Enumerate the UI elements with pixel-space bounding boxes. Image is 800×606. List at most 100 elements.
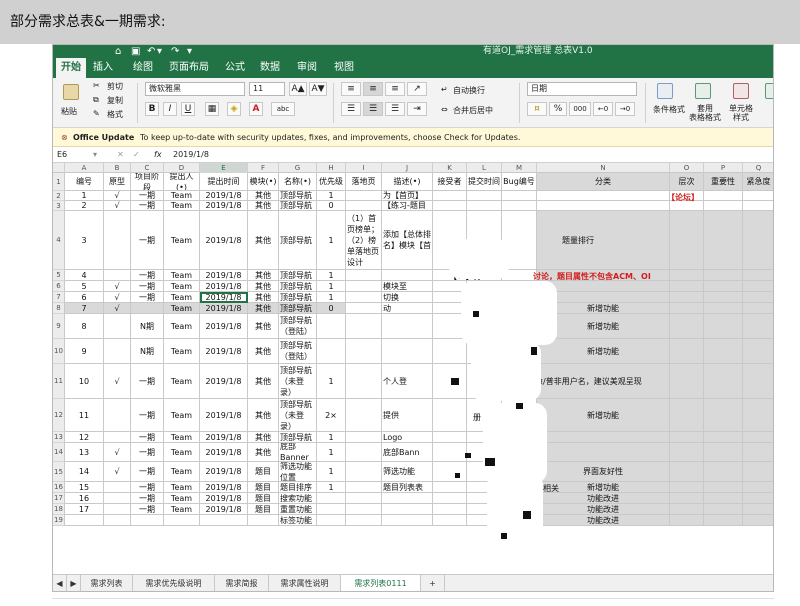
table-cell[interactable]: 2019/1/8 (200, 364, 248, 399)
table-cell[interactable]: √ (104, 462, 131, 482)
table-cell[interactable]: 2019/1/8 (200, 292, 248, 303)
table-cell[interactable]: 顶部导航 (279, 201, 317, 211)
table-cell[interactable]: 1 (317, 482, 346, 493)
table-cell[interactable] (382, 504, 433, 515)
table-cell[interactable]: 7 (65, 303, 104, 314)
table-cell[interactable] (104, 339, 131, 364)
table-cell[interactable] (382, 270, 433, 281)
table-cell[interactable]: Team (164, 493, 200, 504)
table-cell[interactable]: 2019/1/8 (200, 211, 248, 270)
header-cell-h[interactable]: 优先级 (317, 173, 346, 191)
column-header-m[interactable]: M (502, 163, 537, 173)
table-cell[interactable] (104, 504, 131, 515)
tab-home[interactable]: 开始 (56, 58, 86, 78)
table-cell[interactable] (670, 314, 704, 339)
table-cell[interactable]: 一期 (131, 504, 164, 515)
table-cell[interactable]: √ (104, 281, 131, 292)
table-cell[interactable]: Team (164, 201, 200, 211)
table-cell[interactable]: 其他 (248, 314, 279, 339)
column-header-e[interactable]: E (200, 163, 248, 173)
table-cell[interactable]: N期 (131, 339, 164, 364)
row-number[interactable]: 15 (53, 462, 65, 482)
column-header-h[interactable]: H (317, 163, 346, 173)
table-cell[interactable] (704, 281, 743, 292)
table-cell[interactable] (433, 443, 467, 462)
align-left-icon[interactable]: ☰ (341, 102, 361, 116)
table-cell[interactable] (433, 191, 467, 201)
table-cell[interactable]: 1 (317, 462, 346, 482)
table-cell[interactable] (317, 314, 346, 339)
select-all-corner[interactable] (53, 163, 65, 173)
tab-data[interactable]: 数据 (260, 58, 280, 78)
table-cell[interactable] (743, 515, 773, 526)
indent-icon[interactable]: ⇥ (407, 102, 427, 116)
table-cell[interactable] (104, 270, 131, 281)
table-cell[interactable] (743, 432, 773, 443)
table-cell[interactable]: 8 (65, 314, 104, 339)
cancel-formula-icon[interactable]: ✕ (117, 147, 124, 163)
table-cell[interactable]: 2019/1/8 (200, 270, 248, 281)
header-cell-n[interactable]: 分类 (537, 173, 670, 191)
column-header-g[interactable]: G (279, 163, 317, 173)
conditional-format-icon[interactable] (657, 83, 673, 99)
table-cell[interactable]: 1 (317, 270, 346, 281)
table-cell[interactable] (743, 493, 773, 504)
table-cell[interactable]: 题目 (248, 462, 279, 482)
table-cell[interactable] (743, 399, 773, 432)
row-number[interactable]: 4 (53, 211, 65, 270)
table-cell[interactable] (670, 462, 704, 482)
row-number[interactable]: 9 (53, 314, 65, 339)
row-number[interactable]: 12 (53, 399, 65, 432)
table-cell[interactable]: 9 (65, 339, 104, 364)
orientation-icon[interactable]: ↗ (407, 82, 427, 96)
customize-toolbar-icon[interactable]: ▾ (187, 45, 192, 58)
sheet-tab-requirements[interactable]: 需求列表 (81, 575, 133, 591)
table-cell[interactable]: 其他 (248, 399, 279, 432)
table-cell[interactable]: 12 (65, 432, 104, 443)
table-cell[interactable] (670, 211, 704, 270)
table-cell[interactable] (743, 482, 773, 493)
table-cell[interactable]: Team (164, 504, 200, 515)
save-icon[interactable]: ▣ (131, 45, 140, 58)
table-cell[interactable] (346, 515, 382, 526)
table-cell[interactable]: Logo (382, 432, 433, 443)
table-cell[interactable]: 15 (65, 482, 104, 493)
fill-color-icon[interactable]: ◈ (227, 102, 241, 116)
row-number[interactable]: 11 (53, 364, 65, 399)
column-header-f[interactable]: F (248, 163, 279, 173)
table-cell[interactable]: 顶部导航 (279, 270, 317, 281)
table-cell[interactable] (704, 364, 743, 399)
column-header-a[interactable]: A (65, 163, 104, 173)
conditional-format-label[interactable]: 条件格式 (653, 104, 685, 115)
table-cell[interactable] (704, 515, 743, 526)
font-name-select[interactable]: 微软雅黑 (145, 82, 245, 96)
wrap-text-label[interactable]: 自动换行 (453, 85, 485, 96)
table-cell[interactable] (743, 364, 773, 399)
table-cell[interactable]: 筛选功能 (382, 462, 433, 482)
table-cell[interactable] (537, 432, 670, 443)
table-cell[interactable]: 顶部导航（登陆） (279, 339, 317, 364)
header-cell-i[interactable]: 落地页 (346, 173, 382, 191)
header-cell-o[interactable]: 层次 (670, 173, 704, 191)
table-cell[interactable] (433, 482, 467, 493)
table-cell[interactable]: （1）首页榜单；（2）榜单落地页设计 (346, 211, 382, 270)
table-cell[interactable] (670, 399, 704, 432)
column-header-l[interactable]: L (467, 163, 502, 173)
cut-icon[interactable]: ✂ (93, 81, 100, 90)
table-cell[interactable]: 一期 (131, 201, 164, 211)
undo-dropdown-icon[interactable]: ▾ (157, 45, 162, 58)
table-cell[interactable] (317, 339, 346, 364)
table-cell[interactable] (670, 432, 704, 443)
table-cell[interactable]: N期 (131, 314, 164, 339)
table-cell[interactable]: √ (104, 443, 131, 462)
merge-center-icon[interactable]: ⇔ (441, 105, 448, 114)
table-cell[interactable] (346, 504, 382, 515)
table-cell[interactable] (537, 211, 670, 270)
table-cell[interactable]: 题目列表表 (382, 482, 433, 493)
table-cell[interactable] (704, 482, 743, 493)
table-cell[interactable] (65, 515, 104, 526)
table-cell[interactable]: 其他 (248, 339, 279, 364)
table-cell[interactable]: 一期 (131, 211, 164, 270)
table-cell[interactable] (670, 504, 704, 515)
table-cell[interactable]: 切换 (382, 292, 433, 303)
